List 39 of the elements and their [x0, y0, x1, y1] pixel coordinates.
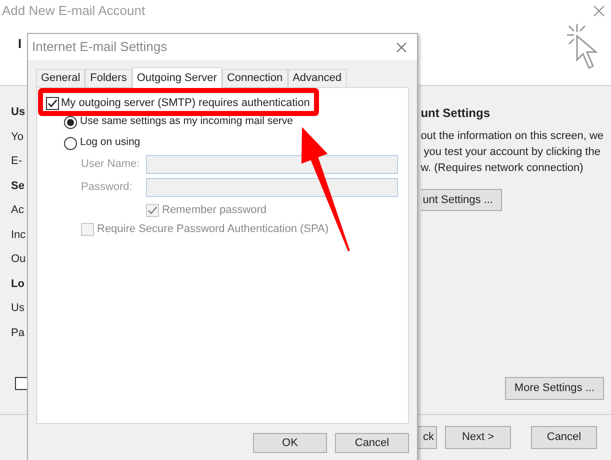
section-heading: Us	[11, 105, 26, 120]
option-label: Use same settings as my incoming mail serve	[80, 114, 293, 130]
close-icon[interactable]	[396, 42, 407, 52]
header-title: I	[18, 35, 22, 53]
tab[interactable]: General	[36, 69, 86, 87]
window-title: Add New E-mail Account	[2, 2, 146, 20]
tab[interactable]: Connection	[222, 69, 288, 87]
section-heading: unt Settings	[420, 105, 490, 122]
field-label: Inc	[11, 228, 26, 242]
close-icon[interactable]	[593, 5, 605, 17]
checkbox[interactable]	[15, 377, 28, 390]
field-label: Ou	[11, 252, 26, 267]
tab[interactable]: Advanced	[288, 69, 347, 87]
spa-label: Require Secure Password Authentication (SPA)	[97, 222, 329, 237]
radio-button[interactable]	[64, 116, 77, 128]
dialog-title: Internet E-mail Settings	[32, 38, 168, 56]
footer-button[interactable]: Next >	[445, 426, 511, 449]
radio-button[interactable]	[64, 136, 77, 150]
ok-button[interactable]: OK	[253, 433, 327, 453]
tab[interactable]: Folders	[85, 69, 132, 87]
field-label: Ac	[11, 203, 25, 218]
test-settings-button[interactable]: unt Settings ...	[420, 189, 502, 211]
section-heading: Se	[11, 178, 26, 194]
more-settings-button[interactable]: More Settings ...	[505, 377, 604, 400]
field-label: E-	[11, 154, 23, 169]
field-label: Us	[11, 301, 26, 316]
field-label: Yo	[11, 130, 24, 144]
description-text: out the information on this screen, we you test your account by clicking the w. (Requires network connection)	[420, 129, 604, 176]
remember-password-label: Remember password	[162, 202, 267, 218]
cancel-button[interactable]: Cancel	[335, 433, 409, 453]
section-heading: Lo	[11, 276, 26, 292]
option-label: Log on using	[80, 135, 140, 150]
cancel-button[interactable]: Cancel	[531, 426, 597, 449]
checkbox[interactable]	[46, 96, 59, 110]
field-label: User Name:	[81, 157, 141, 172]
smtp-auth-label: My outgoing server (SMTP) requires authentication	[61, 96, 310, 110]
field-label: Pa	[11, 326, 26, 340]
tab[interactable]: Outgoing Server	[132, 67, 222, 88]
field-label: Password:	[81, 180, 134, 196]
